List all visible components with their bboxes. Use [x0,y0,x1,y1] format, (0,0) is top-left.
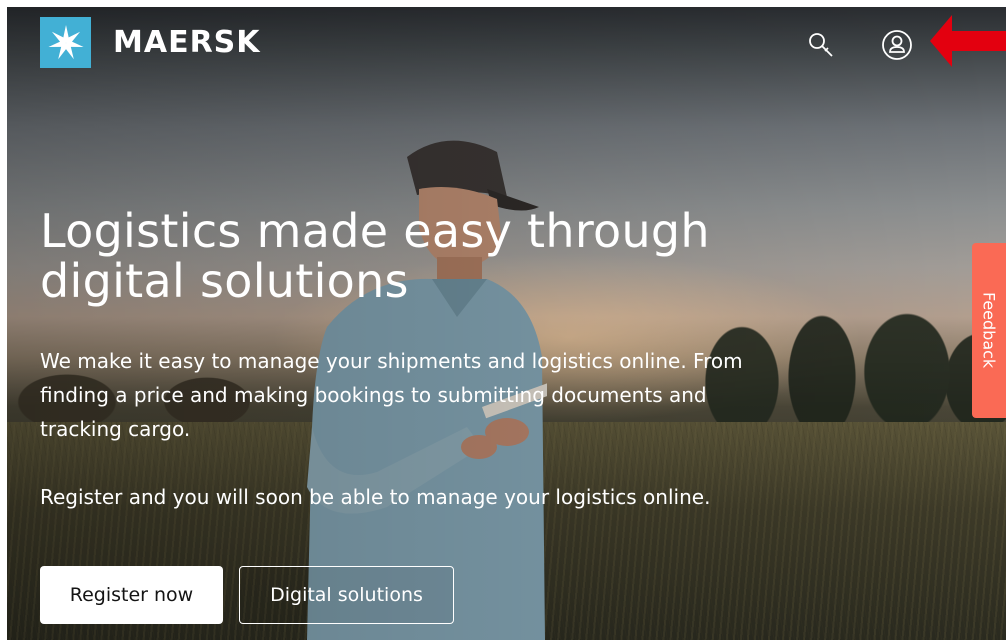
feedback-label: Feedback [979,292,999,369]
digital-solutions-button[interactable]: Digital solutions [239,566,454,624]
search-icon [809,33,833,57]
maersk-logo-link[interactable]: MAERSK [40,17,261,68]
hero-register-text: Register and you will soon be able to ma… [40,485,711,509]
hero-description: We make it easy to manage your shipments… [40,349,743,441]
user-account-icon [882,30,912,60]
annotation-arrow-icon [930,15,1006,67]
search-button[interactable] [803,27,839,63]
feedback-tab[interactable]: Feedback [972,243,1006,418]
page-frame: MAERSK Logistics made easy through digit… [7,7,1006,640]
register-now-button[interactable]: Register now [40,566,223,624]
hero-shade-overlay [7,7,1006,640]
account-button[interactable] [879,27,915,63]
hero-title: Logistics made easy through digital solu… [40,204,710,308]
brand-name: MAERSK [113,25,261,60]
maersk-star-icon [40,17,91,68]
site-header: MAERSK [7,7,1006,77]
